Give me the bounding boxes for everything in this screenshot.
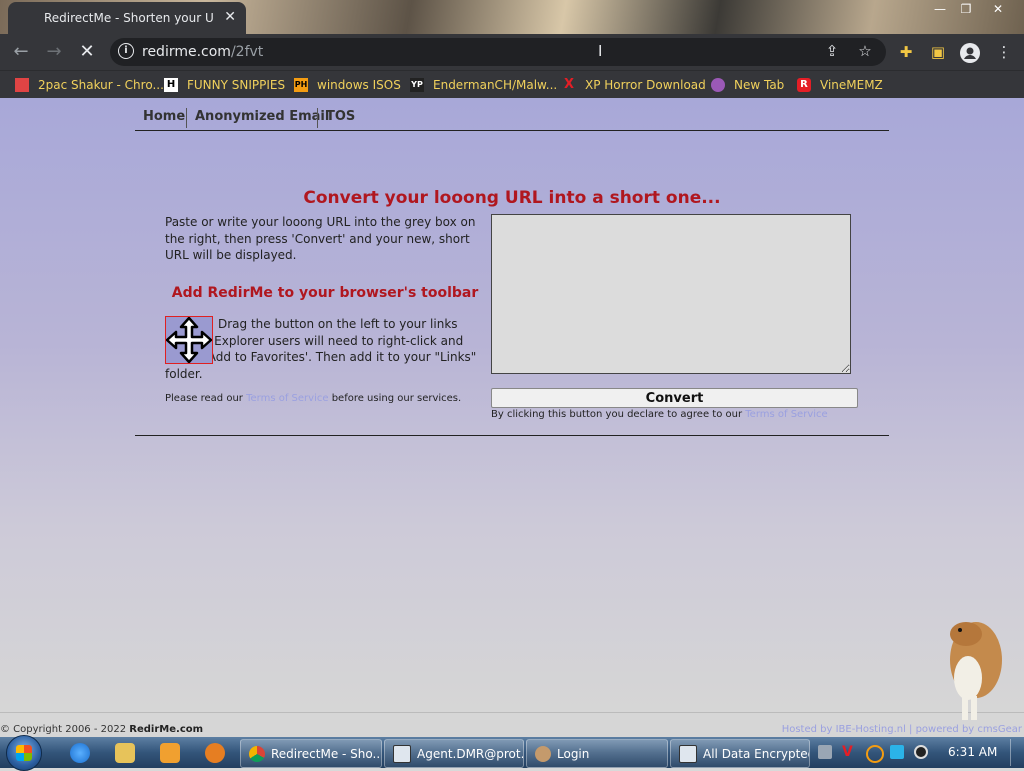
chrome-icon: [249, 745, 265, 762]
long-url-input[interactable]: [491, 214, 851, 374]
consent-tos-link[interactable]: Terms of Service: [745, 409, 827, 420]
menu-icon[interactable]: ⋮: [994, 43, 1014, 61]
media-player-icon[interactable]: [160, 743, 180, 763]
tab-strip: RedirectMe - Shorten your URL f ✕ — ❐ ✕: [0, 0, 1024, 34]
explorer-folder-icon[interactable]: [115, 743, 135, 763]
taskbar-item-label: Agent.DMR@prot...: [417, 746, 524, 761]
side-panel-icon[interactable]: ▣: [928, 43, 948, 61]
text-cursor-icon: I: [598, 42, 603, 60]
divider: [135, 435, 889, 436]
tos-suffix: before using our services.: [331, 393, 462, 404]
forward-icon[interactable]: →: [43, 42, 65, 62]
restore-icon[interactable]: ❐: [956, 2, 976, 16]
system-tray: V 6:31 AM: [812, 739, 1024, 766]
show-desktop-button[interactable]: [1010, 739, 1024, 766]
bookmark-label: 2pac Shakur - Chro...: [38, 78, 164, 92]
windows-logo-icon: [16, 745, 32, 761]
copyright: © Copyright 2006 - 2022 RedirMe.com: [0, 724, 203, 735]
close-window-icon[interactable]: ✕: [988, 2, 1008, 16]
bookmark-label: EndermanCH/Malw...: [433, 78, 558, 92]
bookmark-favicon-icon: [15, 78, 29, 92]
clock[interactable]: 6:31 AM: [948, 745, 997, 759]
tos-note: Please read our Terms of Service before …: [165, 393, 461, 404]
minimize-icon[interactable]: —: [930, 2, 950, 16]
url-path: /2fvt: [230, 44, 264, 60]
consent-prefix: By clicking this button you declare to a…: [491, 409, 743, 420]
bookmark-endermanch[interactable]: YP EndermanCH/Malw...: [410, 77, 557, 93]
drag-instructions: Drag the button on the left to your link…: [165, 317, 477, 381]
page-footer: © Copyright 2006 - 2022 RedirMe.com Host…: [0, 712, 1024, 737]
hosted-by-link[interactable]: Hosted by IBE-Hosting.nl | powered by cm…: [782, 724, 1022, 735]
bookmark-favicon-icon: H: [164, 78, 178, 92]
app-launcher-icon[interactable]: [205, 743, 225, 763]
site-nav: Home Anonymized Email TOS: [135, 106, 889, 131]
taskbar-item-encrypted[interactable]: All Data Encrypted: [670, 739, 810, 768]
bookmark-xp-horror[interactable]: X XP Horror Download: [562, 77, 706, 93]
url-host: redirme.com: [142, 44, 231, 60]
info-icon[interactable]: i: [118, 43, 134, 59]
copyright-prefix: © Copyright 2006 - 2022: [0, 724, 127, 735]
copyright-brand: RedirMe.com: [129, 724, 204, 735]
bookmark-favicon-icon: R: [797, 78, 811, 92]
start-button[interactable]: [6, 735, 42, 771]
stop-loading-icon[interactable]: ✕: [76, 42, 98, 62]
tos-prefix: Please read our: [165, 393, 243, 404]
bookmark-favicon-icon: [711, 78, 725, 92]
display-icon[interactable]: [890, 745, 904, 759]
tab-title: RedirectMe - Shorten your URL f: [44, 11, 214, 25]
toolbar-heading: Add RedirMe to your browser's toolbar: [171, 285, 479, 301]
share-icon[interactable]: ⇪: [822, 42, 842, 60]
bookmark-favicon-icon: X: [563, 77, 575, 92]
bookmarks-bar: 2pac Shakur - Chro... H FUNNY SNIPPIES PH…: [0, 70, 1024, 99]
move-arrows-icon: [165, 316, 213, 364]
page-title: Convert your looong URL into a short one…: [303, 188, 721, 208]
search-tool-icon[interactable]: [866, 745, 884, 763]
hamster-figure-image: [950, 622, 1002, 720]
taskbar-item-login[interactable]: Login: [526, 739, 668, 768]
bookmark-new-tab[interactable]: New Tab: [711, 77, 784, 93]
profile-icon[interactable]: [960, 43, 980, 63]
nav-anonymized-email[interactable]: Anonymized Email: [187, 109, 337, 124]
bookmark-windows-isos[interactable]: PH windows ISOS: [294, 77, 401, 93]
nav-home[interactable]: Home: [135, 109, 193, 124]
nav-tos[interactable]: TOS: [318, 109, 363, 124]
bookmark-favicon-icon: PH: [294, 78, 308, 92]
tab-redirectme[interactable]: RedirectMe - Shorten your URL f ✕: [8, 2, 246, 34]
window-icon: [679, 744, 697, 763]
bookmark-label: windows ISOS: [317, 78, 401, 92]
taskbar-item-label: Login: [557, 746, 590, 761]
taskbar-item-label: All Data Encrypted: [703, 746, 810, 761]
bookmark-star-icon[interactable]: ☆: [855, 42, 875, 60]
close-tab-icon[interactable]: ✕: [224, 9, 236, 25]
convert-button[interactable]: Convert: [491, 388, 858, 408]
bookmark-label: New Tab: [734, 78, 785, 92]
antivirus-icon[interactable]: V: [842, 745, 856, 759]
volume-icon[interactable]: [914, 745, 928, 759]
address-bar[interactable]: i redirme.com/2fvt I ⇪ ☆: [110, 38, 886, 66]
taskbar-item-label: RedirectMe - Sho...: [271, 746, 382, 761]
taskbar-item-agent[interactable]: Agent.DMR@prot...: [384, 739, 524, 768]
page-content: Home Anonymized Email TOS Convert your l…: [0, 98, 1024, 712]
taskbar: RedirectMe - Sho... Agent.DMR@prot... Lo…: [0, 735, 1024, 771]
extensions-icon[interactable]: ✚: [896, 43, 916, 61]
user-icon: [535, 745, 551, 762]
back-icon[interactable]: ←: [10, 42, 32, 62]
window-icon: [393, 744, 411, 763]
browser-toolbar: ← → ✕ i redirme.com/2fvt I ⇪ ☆ ✚ ▣ ⋮: [0, 34, 1024, 70]
taskbar-item-chrome[interactable]: RedirectMe - Sho...: [240, 739, 382, 768]
bookmark-label: VineMEMZ: [820, 78, 883, 92]
consent-note: By clicking this button you declare to a…: [491, 409, 828, 420]
intro-text: Paste or write your looong URL into the …: [165, 215, 476, 262]
internet-explorer-icon[interactable]: [70, 743, 90, 763]
bookmark-favicon-icon: YP: [410, 78, 424, 92]
address-url[interactable]: redirme.com/2fvt: [142, 44, 263, 60]
bookmark-label: XP Horror Download: [585, 78, 706, 92]
bookmark-label: FUNNY SNIPPIES: [187, 78, 286, 92]
network-icon[interactable]: [818, 745, 832, 759]
tos-link[interactable]: Terms of Service: [246, 393, 328, 404]
bookmark-vinememz[interactable]: R VineMEMZ: [797, 77, 883, 93]
drag-bookmarklet-button[interactable]: [165, 316, 213, 364]
bookmark-2pac[interactable]: 2pac Shakur - Chro...: [15, 77, 164, 93]
bookmark-funny-snippies[interactable]: H FUNNY SNIPPIES: [164, 77, 285, 93]
